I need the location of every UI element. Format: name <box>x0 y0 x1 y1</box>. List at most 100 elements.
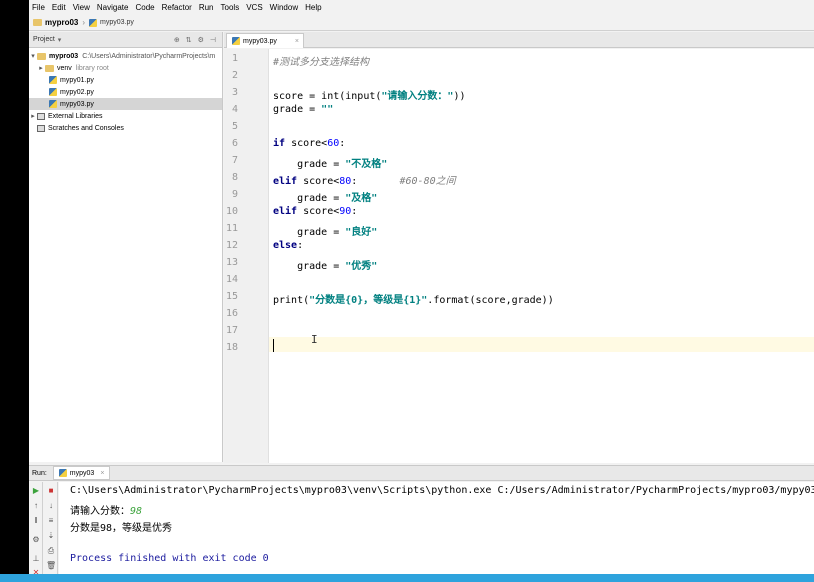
code-line[interactable]: print("分数是{0}，等级是{1}".format(score,grade… <box>273 291 554 306</box>
hide-icon[interactable]: ⊣ <box>210 36 216 44</box>
soft-wrap-icon[interactable]: ≡ <box>46 516 56 526</box>
menu-refactor[interactable]: Refactor <box>162 3 192 12</box>
tree-external-label: External Libraries <box>48 112 103 120</box>
arrow-down-icon[interactable]: ↓ <box>46 501 56 511</box>
line-number: 2 <box>231 70 238 81</box>
tree-item-external-libraries[interactable]: ▸ External Libraries <box>29 110 222 122</box>
code-number: 80 <box>339 176 352 187</box>
close-icon[interactable]: × <box>100 470 104 477</box>
menu-navigate[interactable]: Navigate <box>97 3 129 12</box>
menu-window[interactable]: Window <box>270 3 298 12</box>
python-file-icon <box>232 37 240 45</box>
tree-item-scratches[interactable]: Scratches and Consoles <box>29 122 222 134</box>
code-line[interactable]: elif score<80: #60-80之间 <box>273 172 456 187</box>
expanded-arrow-icon[interactable]: ▾ <box>29 52 37 60</box>
collapse-icon[interactable]: ⇅ <box>186 36 192 44</box>
python-file-icon <box>49 100 57 108</box>
project-panel-title[interactable]: Project <box>33 36 55 43</box>
collapsed-arrow-icon[interactable]: ▸ <box>29 112 37 120</box>
tree-item-file-selected[interactable]: mypy03.py <box>29 98 222 110</box>
tree-item-file[interactable]: mypy02.py <box>29 86 222 98</box>
menu-edit[interactable]: Edit <box>52 3 66 12</box>
code-line[interactable]: grade = "良好" <box>273 223 377 238</box>
code-builtin: input <box>345 91 376 102</box>
line-number: 14 <box>225 274 238 285</box>
breadcrumb-file[interactable]: mypy03.py <box>89 18 134 27</box>
code-text: grade = <box>273 193 346 204</box>
menu-code[interactable]: Code <box>135 3 154 12</box>
pause-icon[interactable]: ‖ <box>31 516 41 526</box>
code-line[interactable]: else: <box>273 240 303 251</box>
code-line[interactable]: grade = "优秀" <box>273 257 377 272</box>
arrow-up-icon[interactable]: ↑ <box>31 501 41 511</box>
gear-icon[interactable]: ⚙ <box>198 36 204 44</box>
code-string: "优秀" <box>345 261 378 272</box>
python-file-icon <box>89 18 98 27</box>
code-line[interactable]: grade = "及格" <box>273 189 377 204</box>
breadcrumb-file-label: mypy03.py <box>100 19 134 26</box>
console-user-input: 98 <box>130 506 143 517</box>
run-console[interactable]: C:\Users\Administrator\PycharmProjects\m… <box>59 482 814 574</box>
menu-help[interactable]: Help <box>305 3 321 12</box>
menu-file[interactable]: File <box>32 3 45 12</box>
line-number: 13 <box>225 257 238 268</box>
code-line[interactable]: grade = "" <box>273 104 333 115</box>
globe-icon[interactable]: ⊕ <box>174 36 180 44</box>
chevron-down-icon[interactable]: ▾ <box>58 36 62 44</box>
tree-item-file[interactable]: mypy01.py <box>29 74 222 86</box>
code-text: : <box>339 138 346 149</box>
line-number: 7 <box>231 155 238 166</box>
code-text: score = <box>273 91 322 102</box>
code-line[interactable]: #测试多分支选择结构 <box>273 53 369 68</box>
scratches-icon <box>37 124 45 132</box>
text-caret <box>273 339 274 352</box>
menu-run[interactable]: Run <box>199 3 214 12</box>
settings-icon[interactable]: ⚙ <box>31 535 41 545</box>
collapsed-arrow-icon[interactable]: ▸ <box>37 64 45 72</box>
trash-icon[interactable]: 🗑 <box>46 561 56 571</box>
code-keyword: elif <box>273 176 298 187</box>
stop-icon[interactable]: ■ <box>46 486 56 496</box>
python-file-icon <box>58 469 67 477</box>
run-tab[interactable]: mypy03 × <box>52 466 111 480</box>
code-text: : <box>351 176 358 187</box>
code-line[interactable]: if score<60: <box>273 138 345 149</box>
code-text: : <box>351 206 358 217</box>
current-line-highlight <box>269 337 814 352</box>
chevron-right-icon: › <box>82 18 86 27</box>
code-string: "良好" <box>345 227 378 238</box>
pin-icon[interactable]: ⊥ <box>31 554 41 564</box>
line-number: 16 <box>225 308 238 319</box>
line-number: 17 <box>225 325 238 336</box>
tree-item-root[interactable]: ▾ mypro03 C:\Users\Administrator\Pycharm… <box>29 50 222 62</box>
line-number-gutter: 1 2 3 4 5 6 7 8 9 10 11 12 13 14 15 16 1… <box>224 49 269 463</box>
code-line[interactable]: score = int(input("请输入分数：")) <box>273 87 466 102</box>
tree-item-venv[interactable]: ▸ venv library root <box>29 62 222 74</box>
breadcrumb-project[interactable]: mypro03 <box>45 18 78 27</box>
code-keyword: if <box>273 138 286 149</box>
folder-icon <box>37 52 46 60</box>
mouse-ibeam-cursor-icon: I <box>311 333 318 346</box>
print-icon[interactable]: ⎙ <box>46 546 56 556</box>
editor-tab[interactable]: mypy03.py × <box>226 33 304 48</box>
code-line[interactable]: grade = "不及格" <box>273 155 387 170</box>
menu-view[interactable]: View <box>73 3 90 12</box>
console-output-line: 分数是98，等级是优秀 <box>70 523 173 534</box>
line-number: 15 <box>225 291 238 302</box>
menu-vcs[interactable]: VCS <box>246 3 262 12</box>
code-line[interactable]: elif score<90: <box>273 206 357 217</box>
menu-tools[interactable]: Tools <box>221 3 240 12</box>
console-prompt: 请输入分数： <box>70 506 130 517</box>
code-comment: #测试多分支选择结构 <box>273 57 370 68</box>
folder-icon <box>33 19 42 26</box>
code-editor[interactable]: #测试多分支选择结构 score = int(input("请输入分数：")) … <box>269 49 814 463</box>
line-number: 5 <box>231 121 238 132</box>
scroll-to-end-icon[interactable]: ⇣ <box>46 531 56 541</box>
code-string: "不及格" <box>345 159 388 170</box>
line-number: 1 <box>231 53 238 64</box>
close-icon[interactable]: × <box>295 38 299 45</box>
tree-venv-name: venv <box>57 64 72 72</box>
rerun-icon[interactable]: ▶ <box>31 486 41 496</box>
code-text: grade = <box>273 227 346 238</box>
code-text: grade = <box>273 159 346 170</box>
